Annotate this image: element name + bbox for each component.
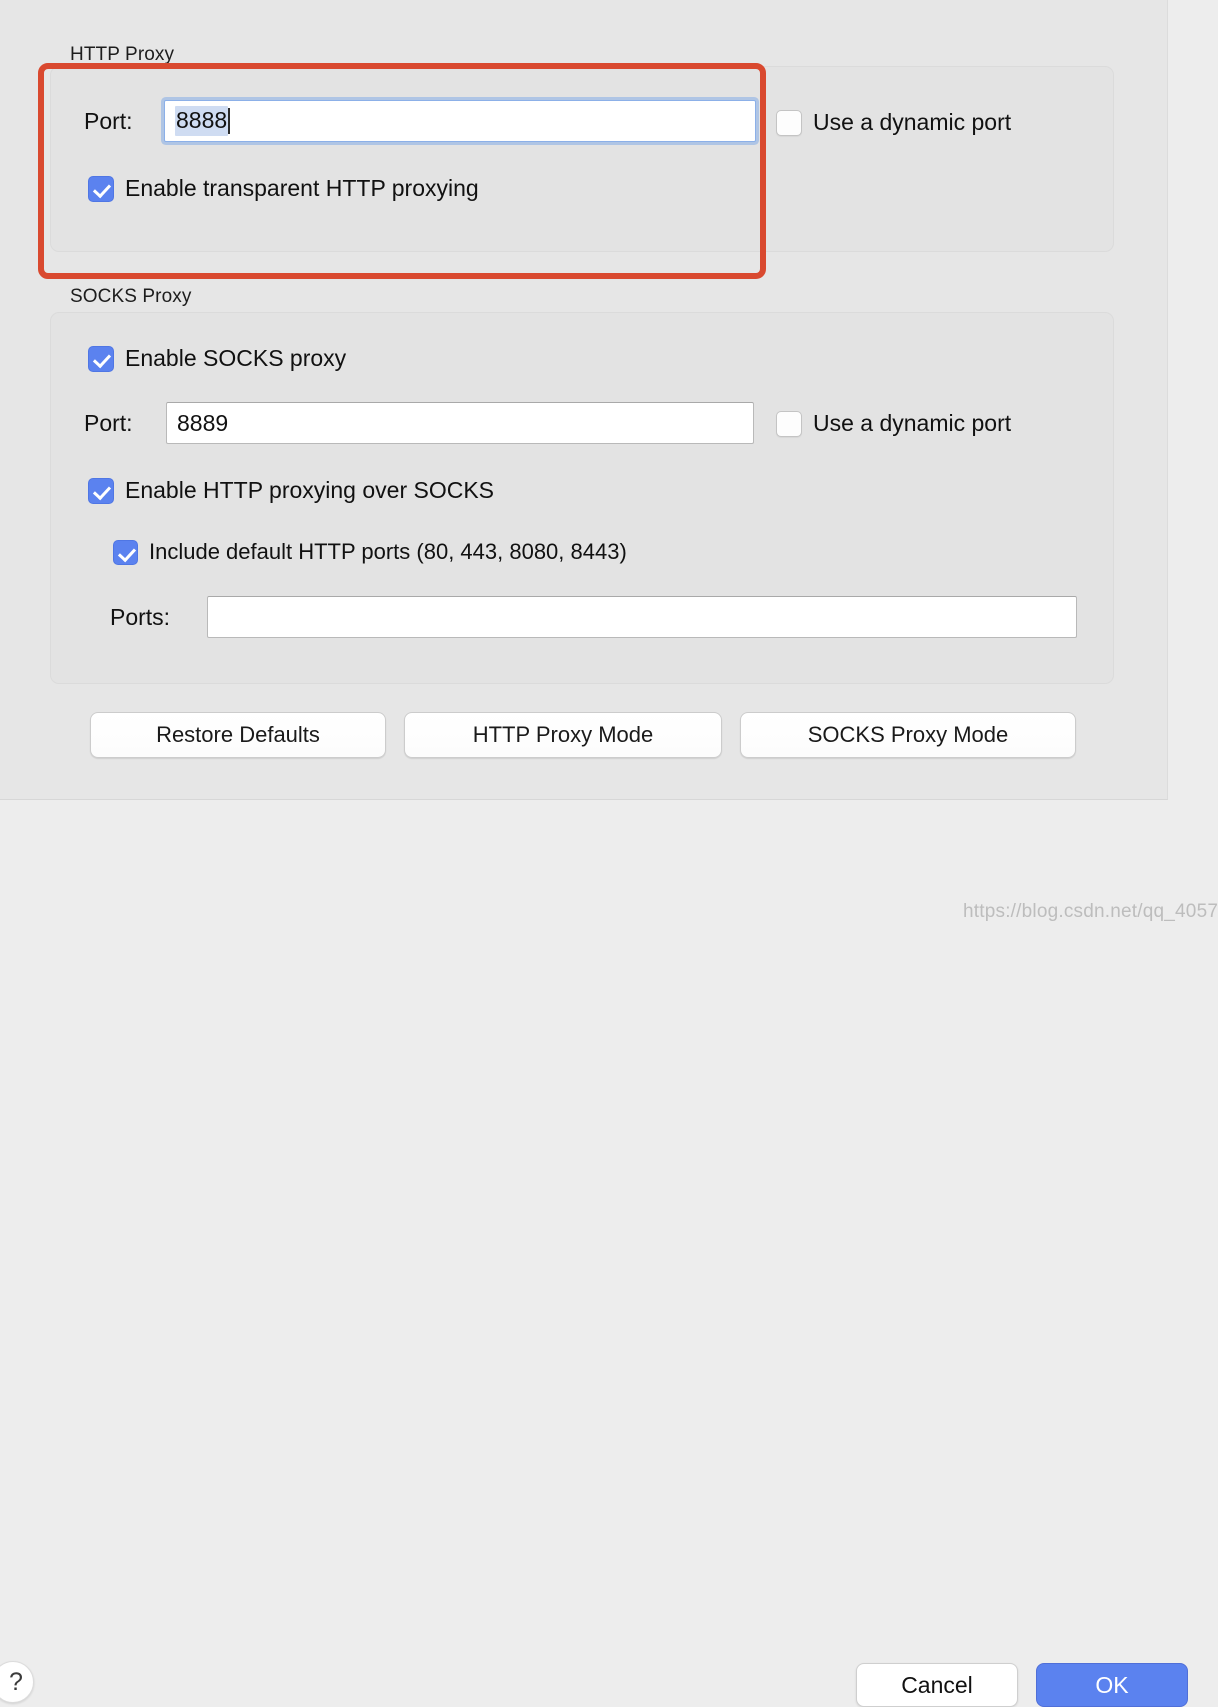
http-port-label: Port: [84,108,133,134]
socks-dynamic-port-checkbox-row[interactable]: Use a dynamic port [776,410,1011,437]
http-port-value: 8888 [175,106,229,136]
enable-http-proxying-over-socks-label: Enable HTTP proxying over SOCKS [125,477,495,503]
proxy-settings-dialog: HTTP Proxy Port: 8888 Use a dynamic port… [0,0,1218,1707]
include-default-http-ports-checkbox-row[interactable]: Include default HTTP ports (80, 443, 808… [113,539,627,565]
ok-button[interactable]: OK [1036,1663,1188,1707]
cancel-button[interactable]: Cancel [856,1663,1018,1707]
watermark-text: https://blog.csdn.net/qq_40575302 [963,901,1218,922]
socks-proxy-group-label: SOCKS Proxy [70,286,192,307]
checkbox-checked-icon[interactable] [88,175,114,202]
settings-content-pane: HTTP Proxy Port: 8888 Use a dynamic port… [0,0,1168,800]
help-icon[interactable]: ? [0,1661,34,1703]
enable-socks-proxy-label: Enable SOCKS proxy [125,345,347,371]
enable-transparent-http-proxying-checkbox-row[interactable]: Enable transparent HTTP proxying [88,175,479,202]
checkbox-unchecked-icon[interactable] [776,109,802,136]
socks-port-label: Port: [84,410,133,436]
enable-http-proxying-over-socks-checkbox-row[interactable]: Enable HTTP proxying over SOCKS [88,477,494,504]
checkbox-checked-icon[interactable] [88,345,114,372]
http-proxy-group-box [50,66,1114,252]
checkbox-checked-icon[interactable] [113,539,138,565]
http-dynamic-port-checkbox-row[interactable]: Use a dynamic port [776,109,1011,136]
http-proxy-mode-button[interactable]: HTTP Proxy Mode [404,712,722,758]
socks-extra-ports-input[interactable] [207,596,1077,638]
socks-port-input[interactable]: 8889 [166,402,754,444]
checkbox-checked-icon[interactable] [88,477,114,504]
socks-proxy-mode-button[interactable]: SOCKS Proxy Mode [740,712,1076,758]
text-caret [228,108,231,134]
http-dynamic-port-label: Use a dynamic port [813,109,1012,135]
http-port-input[interactable]: 8888 [164,100,756,142]
checkbox-unchecked-icon[interactable] [776,410,802,437]
socks-dynamic-port-label: Use a dynamic port [813,410,1012,436]
enable-transparent-http-proxying-label: Enable transparent HTTP proxying [125,175,479,201]
socks-port-value: 8889 [177,409,229,436]
restore-defaults-button[interactable]: Restore Defaults [90,712,386,758]
enable-socks-proxy-checkbox-row[interactable]: Enable SOCKS proxy [88,345,346,372]
http-proxy-group-label: HTTP Proxy [70,44,175,65]
socks-extra-ports-label: Ports: [110,604,171,630]
include-default-http-ports-label: Include default HTTP ports (80, 443, 808… [149,539,627,564]
